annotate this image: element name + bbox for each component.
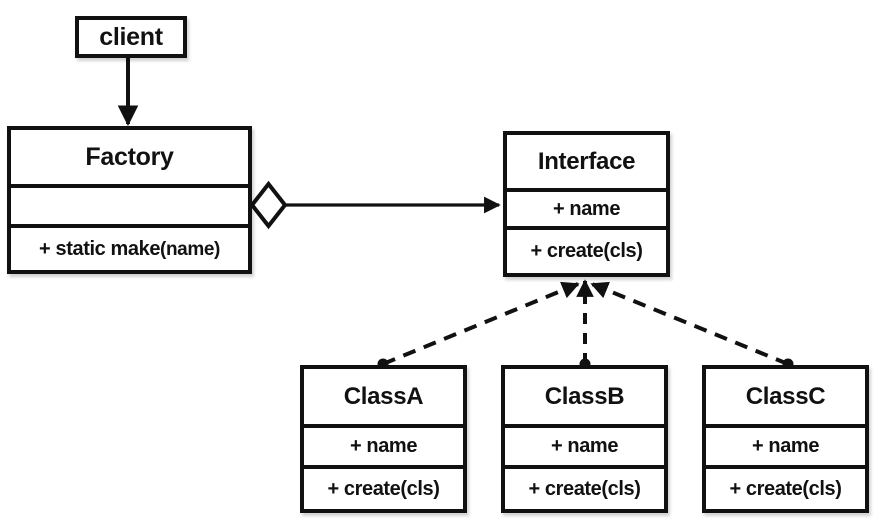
node-interface-methods-compartment: + create(cls) bbox=[507, 226, 666, 273]
node-factory-method-arg: (name) bbox=[160, 238, 220, 260]
hollow-diamond-icon bbox=[249, 180, 288, 230]
edge-factory-to-interface bbox=[249, 180, 501, 230]
node-client-label: client bbox=[99, 22, 163, 51]
node-interface-attribute: + name bbox=[552, 197, 621, 220]
node-factory-method: + static make(name) bbox=[39, 238, 220, 261]
node-classc-attribute: + name bbox=[751, 435, 820, 457]
node-classa-attributes-compartment: + name bbox=[304, 424, 463, 465]
node-classc-method: + create(cls) bbox=[729, 477, 842, 500]
node-classa-attribute: + name bbox=[349, 435, 418, 457]
node-classc-methods-compartment: + create(cls) bbox=[706, 465, 865, 509]
node-factory-title-compartment: Factory bbox=[11, 130, 248, 184]
node-interface-method: + create(cls) bbox=[530, 240, 643, 262]
node-interface-title-compartment: Interface bbox=[507, 135, 666, 188]
node-classa-title-compartment: ClassA bbox=[304, 369, 463, 424]
edge-line-classc-interface bbox=[590, 281, 789, 366]
edge-line-classa-interface bbox=[382, 281, 580, 366]
node-classb-attributes-compartment: + name bbox=[505, 424, 664, 465]
node-classb-title-compartment: ClassB bbox=[505, 369, 664, 424]
node-classb-attribute: + name bbox=[550, 435, 619, 457]
node-classa-name: ClassA bbox=[343, 382, 424, 410]
node-classc-attributes-compartment: + name bbox=[706, 424, 865, 465]
node-factory[interactable]: Factory + static make(name) bbox=[7, 126, 252, 274]
node-classc[interactable]: ClassC + name + create(cls) bbox=[702, 365, 869, 513]
node-client[interactable]: client bbox=[75, 16, 187, 58]
node-classb-methods-compartment: + create(cls) bbox=[505, 465, 664, 509]
node-interface[interactable]: Interface + name + create(cls) bbox=[503, 131, 670, 277]
node-factory-attributes-compartment bbox=[11, 184, 248, 224]
node-classb-method: + create(cls) bbox=[528, 477, 641, 500]
node-classb-name: ClassB bbox=[544, 382, 625, 410]
node-classa[interactable]: ClassA + name + create(cls) bbox=[300, 365, 467, 513]
edge-classa-to-interface bbox=[377, 281, 580, 370]
node-interface-name: Interface bbox=[537, 147, 636, 175]
edge-classc-to-interface bbox=[590, 281, 794, 370]
uml-class-diagram: client Factory + static make(name) Inter… bbox=[0, 0, 876, 531]
node-factory-name: Factory bbox=[85, 142, 174, 171]
edge-classb-to-interface bbox=[576, 279, 594, 370]
node-classb[interactable]: ClassB + name + create(cls) bbox=[501, 365, 668, 513]
node-classc-name: ClassC bbox=[745, 382, 826, 410]
node-classc-title-compartment: ClassC bbox=[706, 369, 865, 424]
node-factory-method-prefix: + static make bbox=[39, 237, 161, 260]
node-classa-method: + create(cls) bbox=[327, 477, 440, 500]
node-factory-methods-compartment: + static make(name) bbox=[11, 224, 248, 270]
node-interface-attributes-compartment: + name bbox=[507, 188, 666, 226]
node-classa-methods-compartment: + create(cls) bbox=[304, 465, 463, 509]
